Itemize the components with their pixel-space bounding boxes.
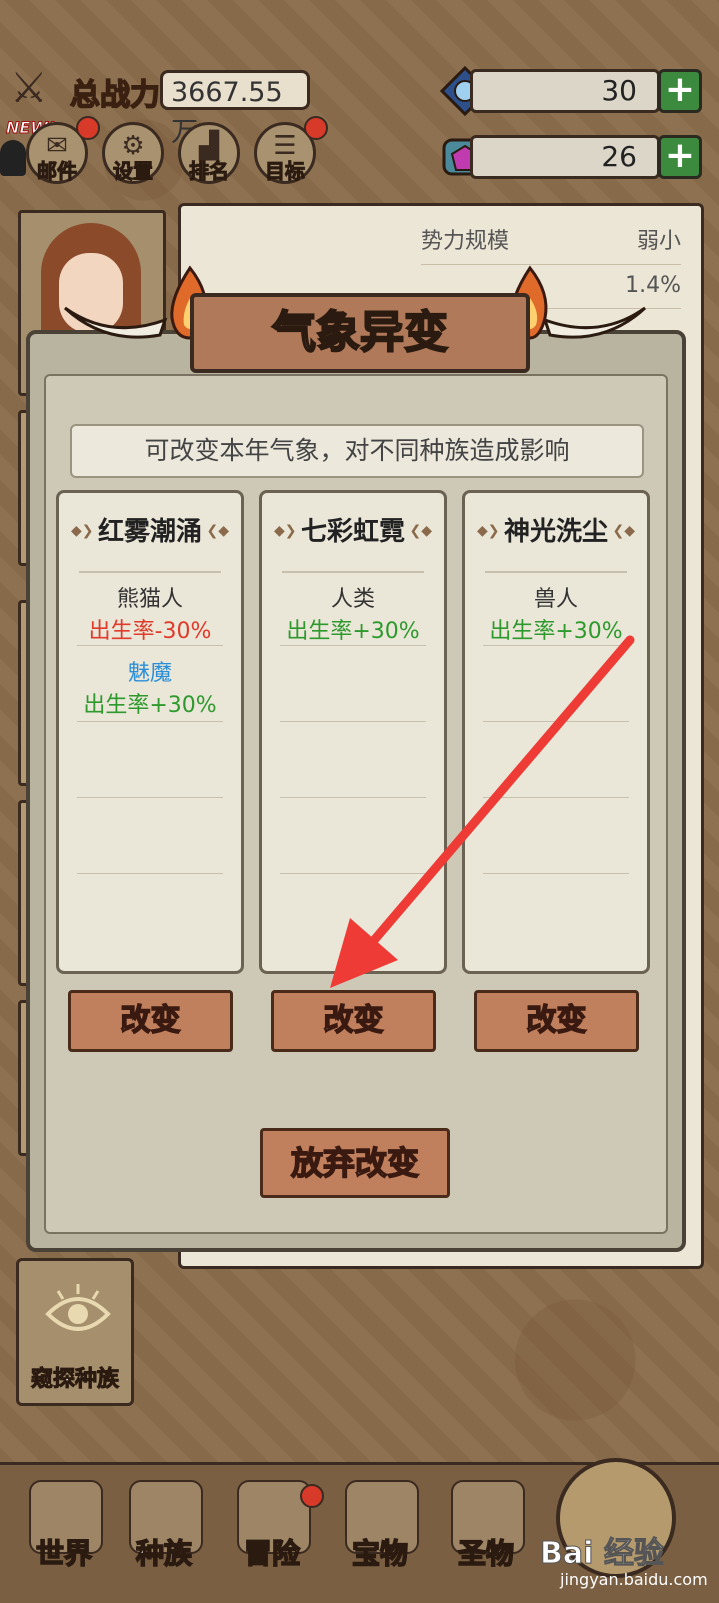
change-button-rainbow[interactable]: 改变 [271, 990, 436, 1052]
power-label: 总战力 [69, 77, 161, 114]
peek-race-label: 窥探种族 [30, 1367, 119, 1393]
birthrate-effect: 出生率+30% [286, 619, 420, 644]
affected-race: 人类 [330, 587, 375, 612]
button-label: 改变 [526, 1002, 588, 1039]
nav-relic[interactable]: 圣物 [436, 1480, 536, 1590]
dialog-title-banner: 气象异变 [150, 265, 570, 383]
crossed-swords-icon: ⚔ [10, 63, 48, 112]
divider [280, 721, 426, 722]
dialog-title: 气象异变 [271, 306, 449, 359]
resource2-value: 26 [470, 135, 660, 179]
adventure-notification-dot [300, 1484, 324, 1508]
power-value: 3667.55万 [160, 70, 310, 148]
weather-card-rainbow: ◆❯ ❮◆ 七彩虹霓 人类 出生率+30% [259, 490, 447, 974]
goals-notification-dot [304, 116, 328, 140]
resource-gem: 26 + [440, 132, 702, 182]
settings-label: 设置 [113, 159, 154, 184]
affected-race: 兽人 [533, 587, 578, 612]
ranking-label: 排名 [189, 159, 230, 184]
divider [280, 645, 426, 646]
peek-race-button[interactable]: 窥探种族 [16, 1258, 134, 1406]
divider [280, 873, 426, 874]
change-button-red-mist[interactable]: 改变 [68, 990, 233, 1052]
button-label: 改变 [120, 1002, 182, 1039]
total-power: ⚔ 总战力 3667.55万 [10, 62, 310, 148]
info-row-scale: 势力规模 弱小 [421, 220, 681, 265]
resource1-value: 30 [470, 69, 660, 113]
weather-card-red-mist: ◆❯ ❮◆ 红雾潮涌 熊猫人 出生率-30% 魅魔 出生率+30% [56, 490, 244, 974]
settings-button[interactable]: ⚙ 设置 [102, 122, 164, 184]
card-title: 神光洗尘 [503, 517, 608, 547]
mail-label: 邮件 [37, 159, 78, 184]
divider [77, 797, 223, 798]
scale-label: 势力规模 [421, 229, 510, 254]
resource-crystal: 30 + [440, 66, 702, 116]
change-button-divine-light[interactable]: 改变 [474, 990, 639, 1052]
divider [485, 571, 627, 573]
button-label: 改变 [323, 1002, 385, 1039]
nav-race[interactable]: 种族 [114, 1480, 214, 1590]
nav-label: 世界 [35, 1536, 93, 1571]
abandon-change-button[interactable]: 放弃改变 [260, 1128, 450, 1198]
affected-race: 熊猫人 [116, 587, 183, 612]
card-title: 七彩虹霓 [300, 517, 405, 547]
divider [282, 571, 424, 573]
eye-icon [45, 1284, 111, 1331]
birthrate-effect: 出生率+30% [489, 619, 623, 644]
birthrate-effect: 出生率+30% [83, 693, 217, 718]
scale-value: 弱小 [636, 229, 681, 254]
mail-notification-dot [76, 116, 100, 140]
nav-label: 冒险 [243, 1536, 301, 1571]
nav-label: 种族 [135, 1536, 193, 1571]
button-label: 放弃改变 [290, 1143, 420, 1183]
divider [483, 797, 629, 798]
divider [77, 873, 223, 874]
birthrate-effect: 出生率-30% [88, 619, 212, 644]
nav-label: 圣物 [457, 1536, 515, 1571]
divider [280, 797, 426, 798]
card-title: 红雾潮涌 [97, 517, 202, 547]
divider [483, 645, 629, 646]
divider [77, 721, 223, 722]
add-resource2-button[interactable]: + [658, 135, 702, 179]
nav-treasure[interactable]: 宝物 [330, 1480, 430, 1590]
add-resource1-button[interactable]: + [658, 69, 702, 113]
title-plate: 气象异变 [190, 293, 530, 373]
divider [483, 873, 629, 874]
watermark-url: jingyan.baidu.com [560, 1570, 708, 1589]
watermark: Bai 经验 [540, 1536, 665, 1572]
divider [483, 721, 629, 722]
dialog-subtitle: 可改变本年气象，对不同种族造成影响 [70, 424, 644, 478]
weather-card-divine-light: ◆❯ ❮◆ 神光洗尘 兽人 出生率+30% [462, 490, 650, 974]
nav-world[interactable]: 世界 [14, 1480, 114, 1590]
divider [77, 645, 223, 646]
ranking-button[interactable]: ▟ 排名 [178, 122, 240, 184]
divider [79, 571, 221, 573]
nav-label: 宝物 [351, 1536, 409, 1571]
goals-label: 目标 [265, 159, 306, 184]
affected-race: 魅魔 [127, 661, 172, 686]
